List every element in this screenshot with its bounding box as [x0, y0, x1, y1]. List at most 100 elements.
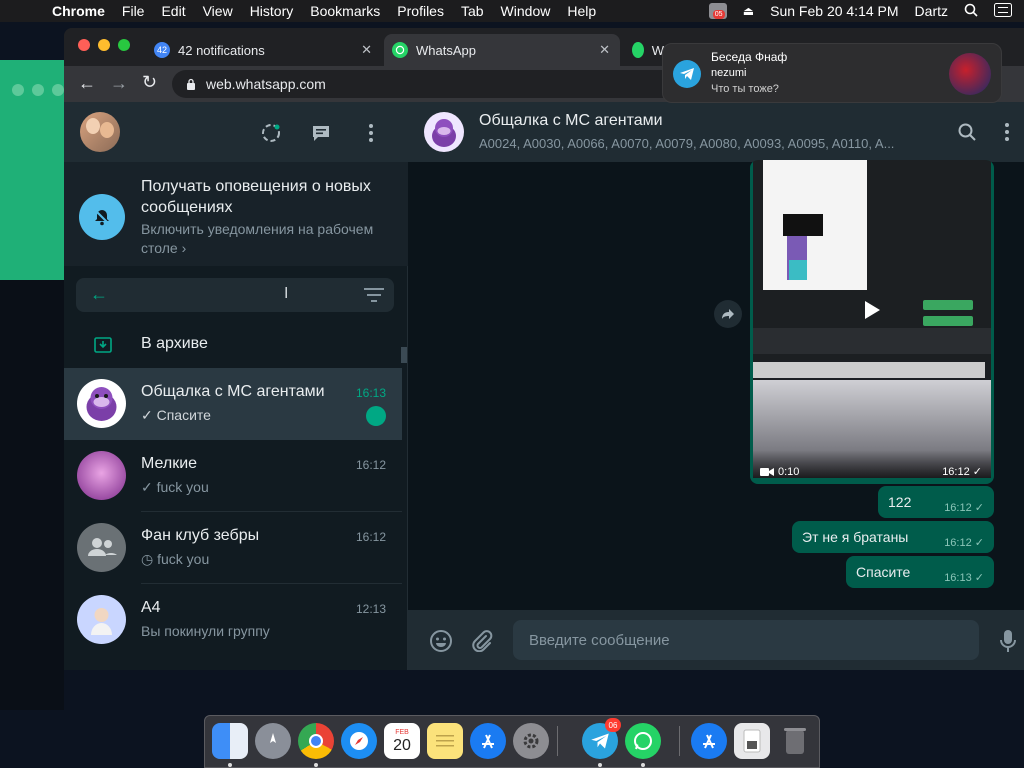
calendar-month: FEB	[395, 728, 409, 736]
document-stack-icon[interactable]	[734, 723, 770, 759]
menu-user-name[interactable]: Dartz	[915, 3, 948, 19]
play-icon[interactable]	[863, 300, 881, 325]
finder-icon[interactable]	[212, 723, 248, 759]
conversation-header[interactable]: Общалка с МС агентами A0024, A0030, A006…	[408, 102, 1024, 162]
chat-name: Общалка с МС агентами	[141, 383, 325, 400]
tab-title: WhatsApp	[416, 42, 476, 58]
calendar-icon[interactable]: FEB 20	[384, 723, 420, 759]
tab-close-icon[interactable]: ✕	[599, 42, 610, 58]
close-window-button[interactable]	[78, 39, 90, 51]
whatsapp-favicon-icon	[392, 42, 408, 58]
control-center-icon[interactable]	[994, 2, 1012, 20]
group-avatar[interactable]	[424, 112, 464, 152]
video-thumbnail	[753, 160, 991, 478]
status-app-badge: 05	[712, 10, 725, 19]
chat-avatar	[77, 379, 126, 428]
new-chat-icon[interactable]	[310, 122, 332, 144]
emoji-icon[interactable]	[429, 629, 453, 653]
telegram-notification[interactable]: Беседа Фнаф nezumi Что ты тоже?	[662, 43, 1002, 103]
message-bubble[interactable]: Эт не я братаны 16:12 ✓	[792, 521, 994, 553]
bg-window-dot	[12, 84, 24, 96]
tab-close-icon[interactable]: ✕	[361, 42, 372, 58]
dock-separator	[679, 726, 680, 756]
video-time: 16:12 ✓	[942, 466, 982, 478]
chrome-window: 42 42 notifications ✕ WhatsApp ✕ W ← → ↻…	[64, 28, 1024, 670]
conversation-title: Общалка с МС агентами	[479, 112, 663, 129]
forward-arrow-icon[interactable]: →	[110, 73, 128, 94]
chat-name: A4	[141, 599, 161, 616]
notification-banner-link[interactable]: Включить уведомления на рабочем столе ›	[141, 220, 391, 258]
message-time: 16:12 ✓	[944, 501, 984, 514]
chat-avatar	[77, 451, 126, 500]
menu-datetime[interactable]: Sun Feb 20 4:14 PM	[770, 3, 898, 19]
menu-status-area: 05 ⏏ Sun Feb 20 4:14 PM Dartz	[708, 0, 1024, 22]
address-bar[interactable]: web.whatsapp.com	[172, 70, 732, 98]
app-store-downloads-icon[interactable]	[691, 723, 727, 759]
message-input[interactable]: Введите сообщение	[513, 620, 979, 660]
notes-icon[interactable]	[427, 723, 463, 759]
safari-icon[interactable]	[341, 723, 377, 759]
text-cursor-icon: I	[284, 285, 289, 302]
chat-sidebar: Получать оповещения о новых сообщениях В…	[64, 102, 408, 670]
chat-time: 12:13	[355, 602, 386, 616]
archived-chats-row[interactable]: В архиве	[64, 320, 408, 368]
trash-icon[interactable]	[777, 723, 813, 759]
chat-list-item[interactable]: A4 12:13 Вы покинули группу	[64, 584, 402, 656]
menu-edit[interactable]: Edit	[161, 3, 185, 19]
telegram-unread-badge: 06	[605, 718, 621, 732]
chat-list-item[interactable]: Фан клуб зебры 16:12 ◷ fuck you	[64, 512, 402, 584]
notification-banner[interactable]: Получать оповещения о новых сообщениях В…	[64, 162, 408, 266]
minimize-window-button[interactable]	[98, 39, 110, 51]
reload-icon[interactable]: ↻	[142, 72, 157, 93]
running-indicator	[314, 763, 318, 767]
archived-label: В архиве	[141, 335, 208, 352]
attach-icon[interactable]	[470, 629, 494, 653]
macos-dock: FEB 20 06	[204, 715, 820, 768]
menu-window[interactable]: Window	[501, 3, 551, 19]
menu-view[interactable]: View	[203, 3, 233, 19]
status-icon[interactable]	[260, 122, 282, 144]
chat-last-message: ✓ Спасите	[141, 407, 211, 423]
menu-app-name[interactable]: Chrome	[52, 3, 105, 19]
menu-help[interactable]: Help	[567, 3, 596, 19]
search-icon[interactable]	[956, 121, 978, 143]
tab-notifications[interactable]: 42 42 notifications ✕	[146, 34, 382, 66]
menu-bookmarks[interactable]: Bookmarks	[310, 3, 380, 19]
airplay-icon[interactable]: ⏏	[743, 4, 754, 18]
app-store-icon[interactable]	[470, 723, 506, 759]
status-app-icon[interactable]: 05	[708, 3, 727, 19]
chat-avatar	[77, 595, 126, 644]
video-message[interactable]: 0:10 16:12 ✓	[750, 160, 994, 484]
back-arrow-icon[interactable]: ←	[78, 73, 96, 94]
sidebar-scrollbar[interactable]	[401, 347, 407, 363]
spotlight-search-icon[interactable]	[964, 3, 978, 20]
tab-whatsapp[interactable]: WhatsApp ✕	[384, 34, 620, 66]
chat-time: 16:13	[355, 386, 386, 400]
message-bubble[interactable]: Спасите 16:13 ✓	[846, 556, 994, 588]
menu-kebab-icon[interactable]	[360, 122, 382, 144]
system-preferences-icon[interactable]	[513, 723, 549, 759]
whatsapp-app-icon[interactable]	[625, 723, 661, 759]
profile-avatar[interactable]	[80, 112, 120, 152]
forward-icon[interactable]	[714, 300, 742, 328]
maximize-window-button[interactable]	[118, 39, 130, 51]
microphone-icon[interactable]	[996, 629, 1020, 653]
menu-history[interactable]: History	[250, 3, 294, 19]
menu-tab[interactable]: Tab	[461, 3, 484, 19]
message-bubble[interactable]: 122 16:12 ✓	[878, 486, 994, 518]
sidebar-header	[64, 102, 408, 162]
chrome-icon[interactable]	[298, 723, 334, 759]
chat-list-item[interactable]: Общалка с МС агентами 16:13 ✓ Спасите	[64, 368, 402, 440]
search-input[interactable]: ← I	[76, 278, 394, 312]
back-arrow-icon[interactable]: ←	[90, 284, 108, 305]
video-duration-text: 0:10	[778, 466, 800, 478]
tab-whatsapp-2[interactable]: W	[624, 34, 664, 66]
desktop-background	[0, 280, 64, 710]
launchpad-icon[interactable]	[255, 723, 291, 759]
chat-list-item[interactable]: Мелкие 16:12 ✓ fuck you	[64, 440, 402, 512]
menu-profiles[interactable]: Profiles	[397, 3, 444, 19]
menu-kebab-icon[interactable]	[996, 121, 1018, 143]
background-app-window[interactable]	[0, 60, 70, 280]
menu-file[interactable]: File	[122, 3, 145, 19]
filter-icon[interactable]	[364, 287, 384, 308]
